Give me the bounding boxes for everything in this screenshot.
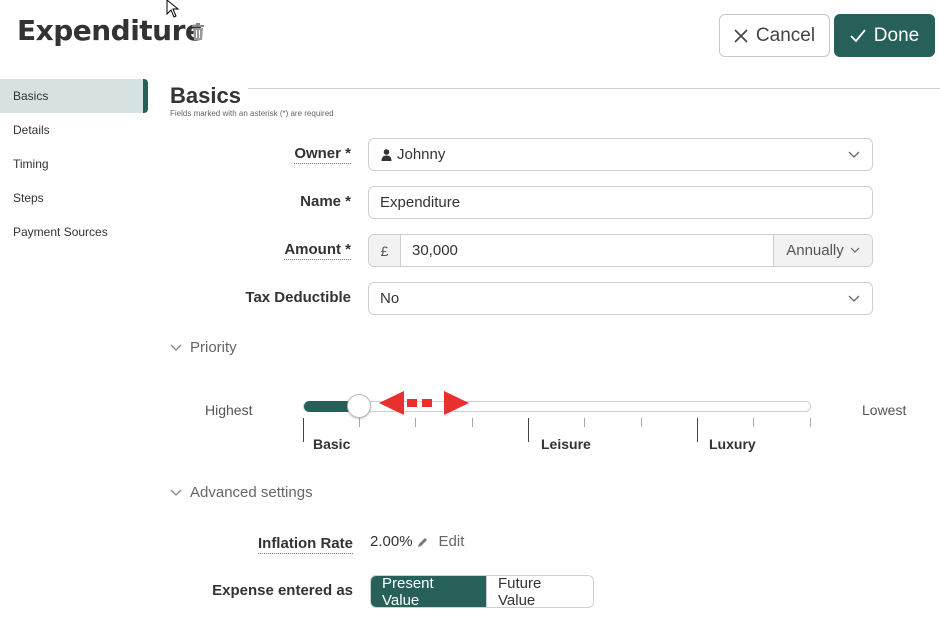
inflation-rate-label: Inflation Rate [257,535,353,554]
double-arrow-annotation-icon [379,391,469,415]
frequency-value: Annually [786,242,844,259]
cancel-button[interactable]: Cancel [719,14,830,57]
sidebar-item-label: Basics [13,89,49,103]
sidebar-item-payment-sources[interactable]: Payment Sources [0,215,148,249]
mouse-pointer-icon [166,0,180,18]
frequency-select[interactable]: Annually [773,235,872,266]
tick-label-luxury: Luxury [709,436,756,452]
amount-input[interactable]: 30,000 [401,242,773,259]
priority-slider-thumb[interactable] [347,394,371,418]
advanced-settings-label: Advanced settings [190,484,313,501]
inflation-rate-value: 2.00% [370,533,413,550]
sidebar-item-details[interactable]: Details [0,113,148,147]
section-divider [248,88,940,89]
slider-tick [528,418,529,442]
pencil-icon[interactable] [417,536,429,548]
person-icon [381,148,392,161]
close-icon [734,28,748,43]
currency-prefix: £ [369,235,401,266]
sidebar-item-steps[interactable]: Steps [0,181,148,215]
slider-tick [303,418,304,442]
check-icon [850,28,866,42]
tick-label-leisure: Leisure [541,436,591,452]
owner-select[interactable]: Johnny [368,138,873,171]
chevron-down-icon [170,489,182,496]
tick-label-basic: Basic [313,436,351,452]
section-title: Basics [170,83,241,108]
cancel-label: Cancel [755,24,816,46]
slider-lowest-label: Lowest [862,402,907,418]
expense-entered-as-label: Expense entered as [212,582,353,599]
name-label: Name * [300,193,351,210]
chevron-down-icon [170,344,182,351]
owner-value: Johnny [397,146,446,163]
sidebar-item-label: Details [13,123,50,137]
sidebar-item-label: Steps [13,191,44,205]
edit-inflation-link[interactable]: Edit [439,533,465,550]
slider-tick [415,418,416,427]
future-value-button[interactable]: Future Value [486,576,593,607]
owner-label: Owner * [294,145,351,164]
chevron-down-icon [848,295,860,302]
amount-label: Amount * [284,241,351,260]
chevron-down-icon [848,151,860,158]
sidebar-item-label: Payment Sources [13,225,108,239]
trash-icon[interactable] [190,23,206,41]
slider-tick [584,418,585,427]
tax-deductible-value: No [380,290,400,307]
slider-highest-label: Highest [205,402,253,418]
advanced-settings-toggle[interactable]: Advanced settings [170,484,313,501]
present-value-button[interactable]: Present Value [371,576,486,607]
inflation-rate-display: 2.00% Edit [370,533,464,550]
amount-group: £ 30,000 Annually [368,234,873,267]
slider-tick [810,418,811,427]
slider-tick [641,418,642,427]
tax-deductible-select[interactable]: No [368,282,873,315]
slider-tick [359,418,360,427]
page-title: Expenditure [17,14,204,47]
slider-tick [697,418,698,442]
priority-label: Priority [190,339,237,356]
slider-tick [753,418,754,427]
required-fields-note: Fields marked with an asterisk (*) are r… [170,109,334,118]
sidebar-item-basics[interactable]: Basics [0,79,148,113]
slider-tick [472,418,473,427]
priority-toggle[interactable]: Priority [170,339,237,356]
sidebar-item-label: Timing [13,157,49,171]
done-label: Done [873,24,920,46]
chevron-down-icon [850,247,860,253]
tax-deductible-label: Tax Deductible [245,289,351,306]
name-input[interactable]: Expenditure [368,186,873,219]
done-button[interactable]: Done [834,14,935,57]
expense-entered-as-toggle: Present Value Future Value [370,575,594,608]
name-value: Expenditure [380,194,461,211]
sidebar-item-timing[interactable]: Timing [0,147,148,181]
